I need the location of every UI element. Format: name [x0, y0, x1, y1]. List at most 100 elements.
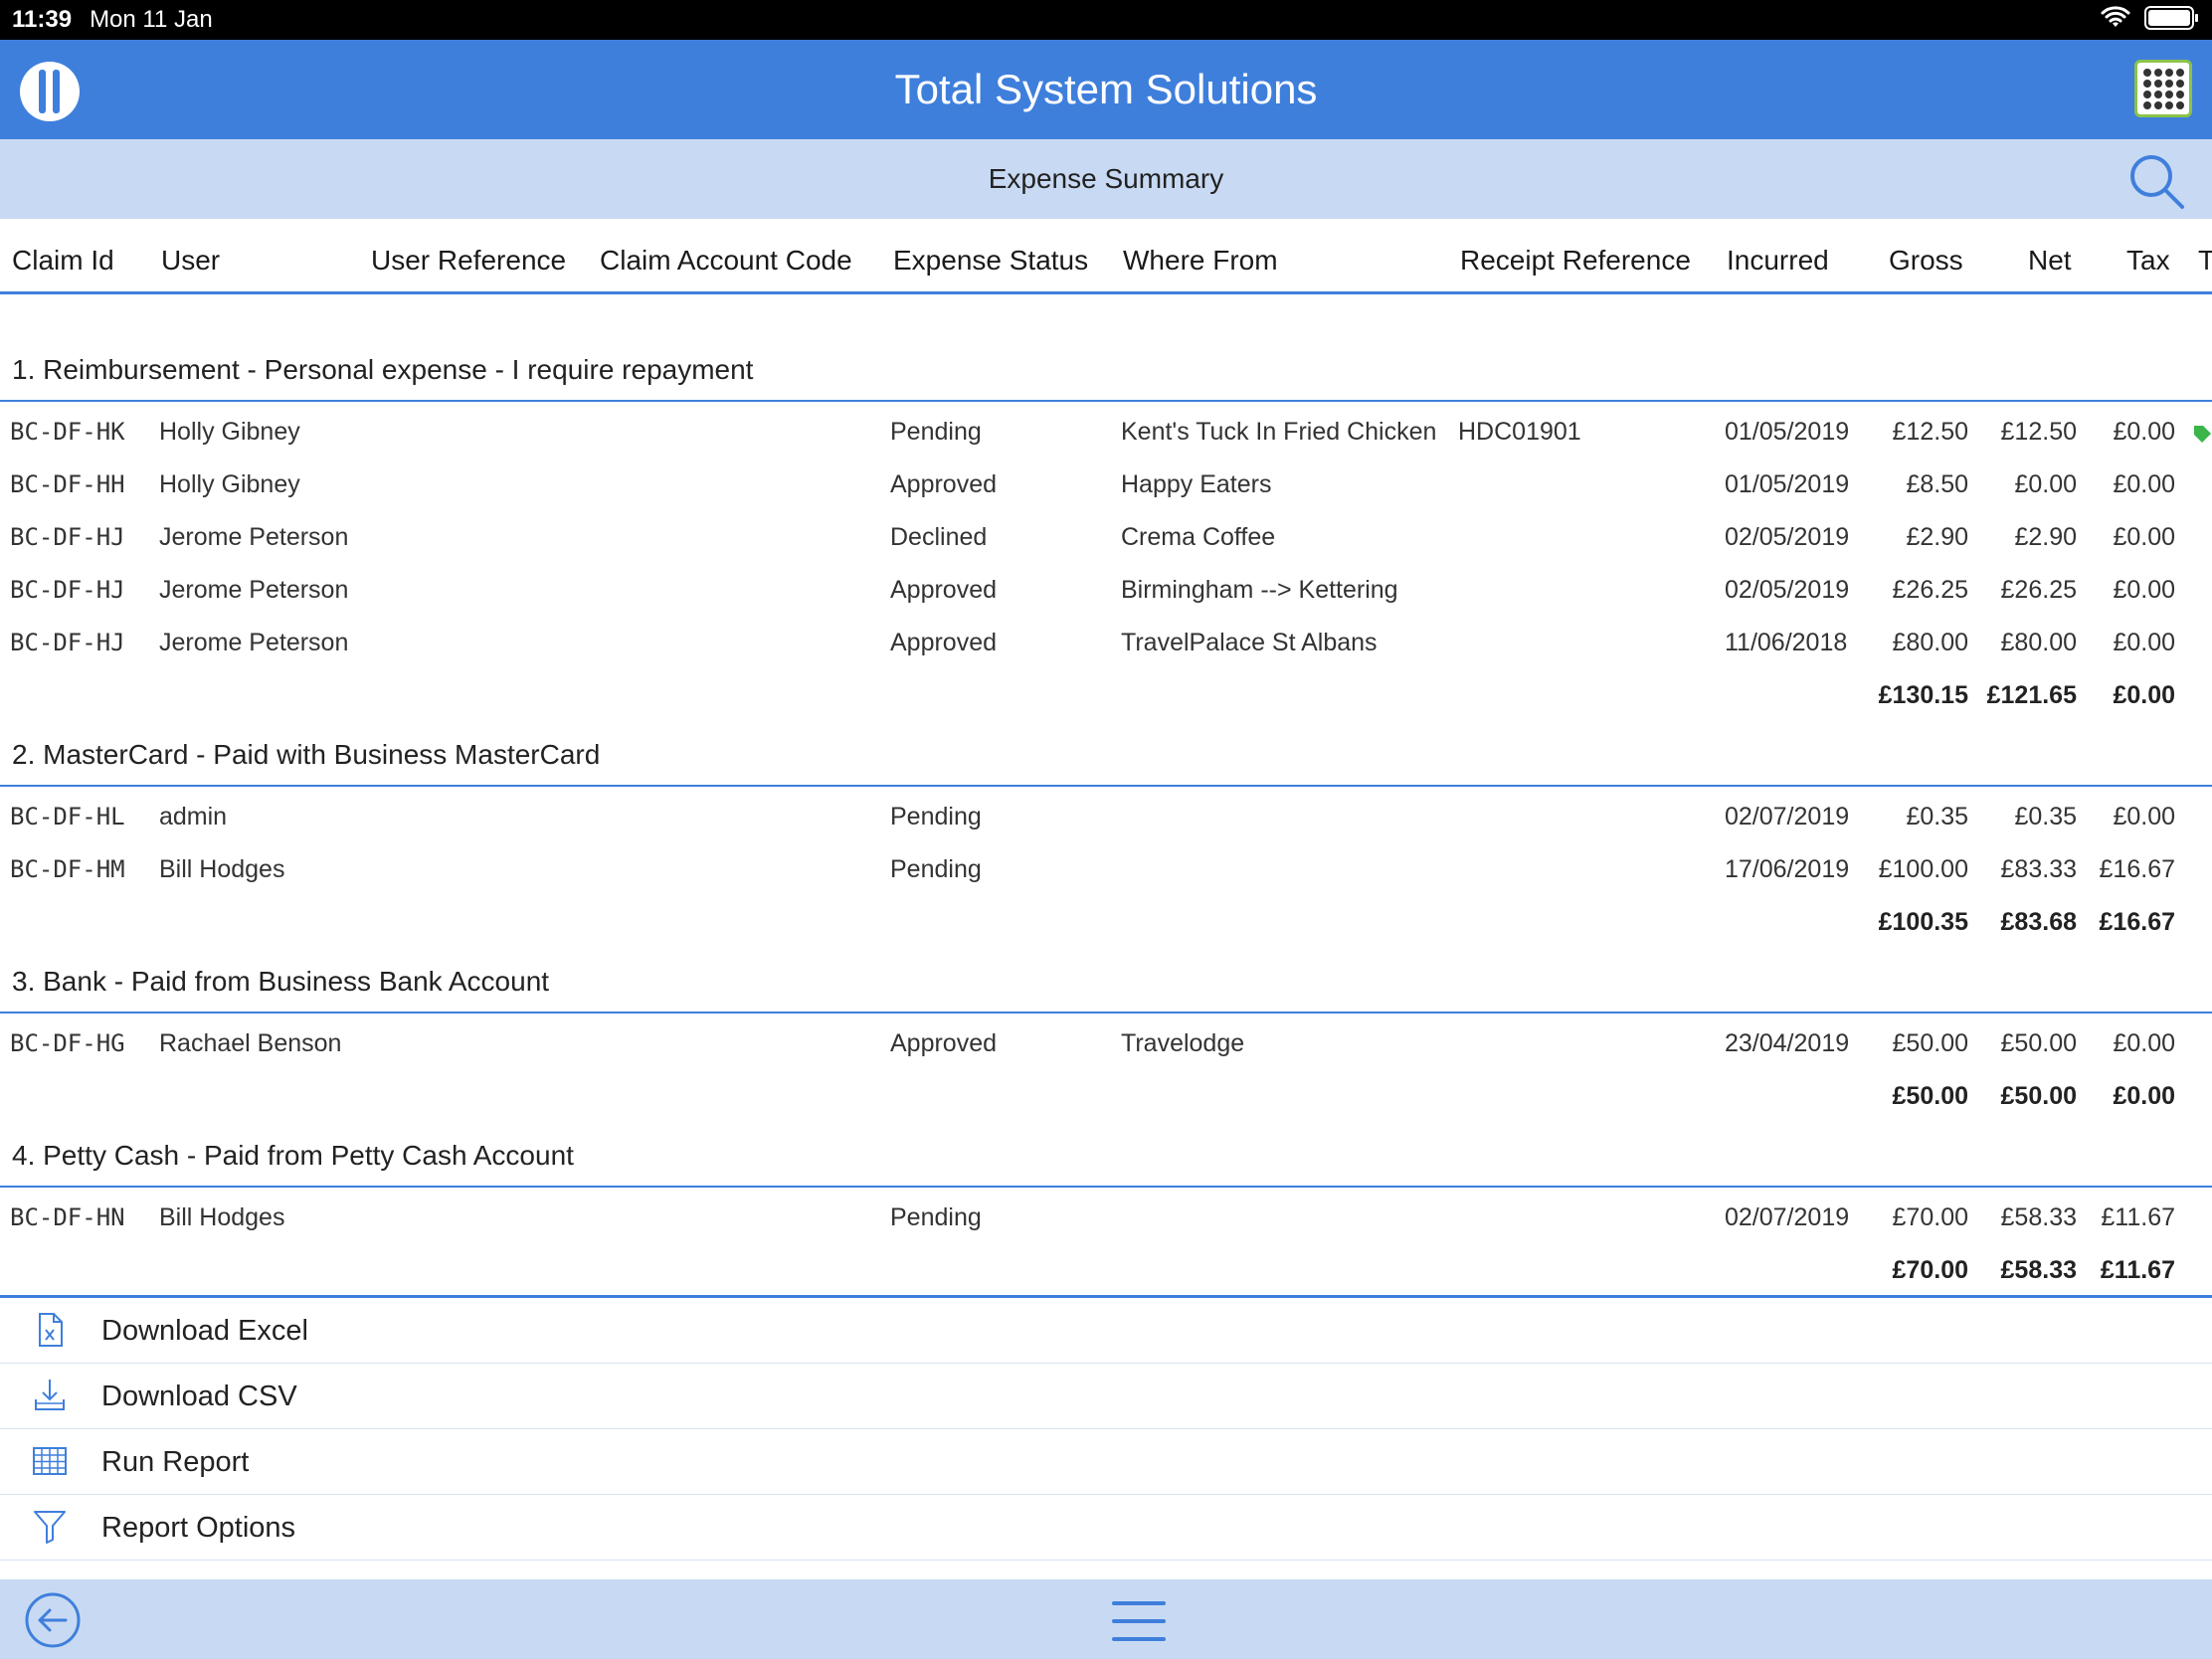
user-cell: Holly Gibney — [159, 418, 300, 446]
tax-total: £0.00 — [2113, 681, 2175, 709]
gross-cell: £8.50 — [1906, 470, 1968, 498]
back-arrow-icon[interactable] — [24, 1591, 82, 1649]
wifi-icon — [2101, 6, 2130, 27]
status-cell: Pending — [890, 1203, 982, 1231]
tax-cell: £11.67 — [2101, 1203, 2175, 1231]
tax-cell: £0.00 — [2113, 470, 2175, 498]
net-total: £121.65 — [1986, 681, 2077, 709]
col-tax[interactable]: Tax — [2126, 245, 2170, 276]
battery-icon — [2144, 6, 2198, 30]
status-date: Mon 11 Jan — [90, 6, 213, 33]
column-headers: Claim Id User User Reference Claim Accou… — [0, 219, 2212, 294]
gross-cell: £80.00 — [1892, 629, 1968, 656]
incurred-cell: 23/04/2019 — [1725, 1029, 1850, 1057]
gross-cell: £50.00 — [1892, 1029, 1968, 1057]
where-from-cell: Travelodge — [1121, 1029, 1245, 1057]
claim-id-cell: BC-DF-HK — [10, 418, 125, 446]
status-bar: 11:39 Mon 11 Jan — [0, 0, 2212, 40]
table-icon — [33, 1447, 67, 1475]
col-receipt-reference[interactable]: Receipt Reference — [1460, 245, 1691, 276]
tag-icon[interactable] — [2192, 424, 2212, 444]
net-cell: £12.50 — [2000, 418, 2077, 446]
col-gross[interactable]: Gross — [1889, 245, 1963, 276]
net-cell: £2.90 — [2014, 523, 2077, 551]
incurred-cell: 02/07/2019 — [1725, 1203, 1850, 1231]
run-report-button[interactable]: Run Report — [0, 1429, 2212, 1495]
tax-total: £16.67 — [2099, 908, 2175, 936]
app-title: Total System Solutions — [894, 66, 1318, 112]
col-where-from[interactable]: Where From — [1123, 245, 1278, 276]
gross-cell: £26.25 — [1892, 576, 1968, 604]
gross-cell: £0.35 — [1906, 803, 1968, 830]
user-cell: Rachael Benson — [159, 1029, 342, 1057]
app-header: Total System Solutions — [0, 40, 2212, 139]
net-cell: £83.33 — [2000, 855, 2077, 883]
incurred-cell: 01/05/2019 — [1725, 470, 1850, 498]
incurred-cell: 17/06/2019 — [1725, 855, 1850, 883]
col-net[interactable]: Net — [2028, 245, 2072, 276]
claim-id-cell: BC-DF-HG — [10, 1029, 125, 1057]
user-cell: admin — [159, 803, 228, 830]
col-user-reference[interactable]: User Reference — [371, 245, 566, 276]
col-expense-status[interactable]: Expense Status — [893, 245, 1088, 276]
status-time: 11:39 — [12, 6, 73, 33]
tax-cell: £16.67 — [2099, 855, 2175, 883]
user-cell: Jerome Peterson — [159, 523, 349, 551]
section-title: 1. Reimbursement - Personal expense - I … — [12, 354, 754, 385]
col-claim-id[interactable]: Claim Id — [12, 245, 114, 276]
net-total: £83.68 — [2000, 908, 2077, 936]
section-divider — [0, 785, 2212, 787]
gross-total: £50.00 — [1892, 1082, 1968, 1110]
gross-total: £100.35 — [1878, 908, 1968, 936]
page-title: Expense Summary — [988, 163, 1224, 194]
claim-id-cell: BC-DF-HJ — [10, 576, 125, 604]
status-cell: Pending — [890, 418, 982, 446]
download-csv-button[interactable]: Download CSV — [0, 1364, 2212, 1429]
user-cell: Jerome Peterson — [159, 576, 349, 604]
col-claim-account-code[interactable]: Claim Account Code — [600, 245, 852, 276]
status-cell: Pending — [890, 803, 982, 830]
gross-cell: £2.90 — [1906, 523, 1968, 551]
gross-cell: £100.00 — [1878, 855, 1968, 883]
net-cell: £0.35 — [2014, 803, 2077, 830]
col-truncated[interactable]: T — [2198, 245, 2212, 276]
status-cell: Approved — [890, 629, 998, 656]
tax-cell: £0.00 — [2113, 523, 2175, 551]
claim-id-cell: BC-DF-HN — [10, 1203, 125, 1231]
receipt-reference-cell: HDC01901 — [1458, 418, 1581, 446]
net-cell: £26.25 — [2000, 576, 2077, 604]
excel-file-icon — [39, 1313, 63, 1347]
col-incurred[interactable]: Incurred — [1727, 245, 1829, 276]
where-from-cell: Crema Coffee — [1121, 523, 1276, 551]
section-divider — [0, 400, 2212, 402]
status-cell: Pending — [890, 855, 982, 883]
download-excel-label: Download Excel — [101, 1315, 308, 1347]
report-options-button[interactable]: Report Options — [0, 1495, 2212, 1561]
col-user[interactable]: User — [161, 245, 220, 276]
status-cell: Approved — [890, 576, 998, 604]
tax-cell: £0.00 — [2113, 576, 2175, 604]
claim-id-cell: BC-DF-HJ — [10, 629, 125, 656]
status-cell: Declined — [890, 523, 988, 551]
filter-icon — [34, 1511, 66, 1544]
gross-total: £70.00 — [1892, 1256, 1968, 1284]
user-cell: Bill Hodges — [159, 1203, 285, 1231]
expense-table: 1. Reimbursement - Personal expense - I … — [0, 294, 2212, 1295]
where-from-cell: TravelPalace St Albans — [1121, 629, 1378, 656]
apps-grid-icon[interactable] — [2134, 60, 2192, 117]
user-cell: Bill Hodges — [159, 855, 285, 883]
download-icon — [35, 1380, 65, 1410]
footer-bar — [0, 1579, 2212, 1659]
hamburger-menu-icon[interactable] — [1112, 1597, 1166, 1645]
where-from-cell: Birmingham --> Kettering — [1121, 576, 1398, 604]
net-cell: £58.33 — [2000, 1203, 2077, 1231]
user-cell: Jerome Peterson — [159, 629, 349, 656]
section-divider — [0, 1186, 2212, 1188]
search-icon[interactable] — [2126, 151, 2186, 211]
status-cell: Approved — [890, 1029, 998, 1057]
where-from-cell: Kent's Tuck In Fried Chicken — [1121, 418, 1437, 446]
download-excel-button[interactable]: Download Excel — [0, 1298, 2212, 1364]
claim-id-cell: BC-DF-HH — [10, 470, 125, 498]
incurred-cell: 02/07/2019 — [1725, 803, 1850, 830]
claim-id-cell: BC-DF-HJ — [10, 523, 125, 551]
